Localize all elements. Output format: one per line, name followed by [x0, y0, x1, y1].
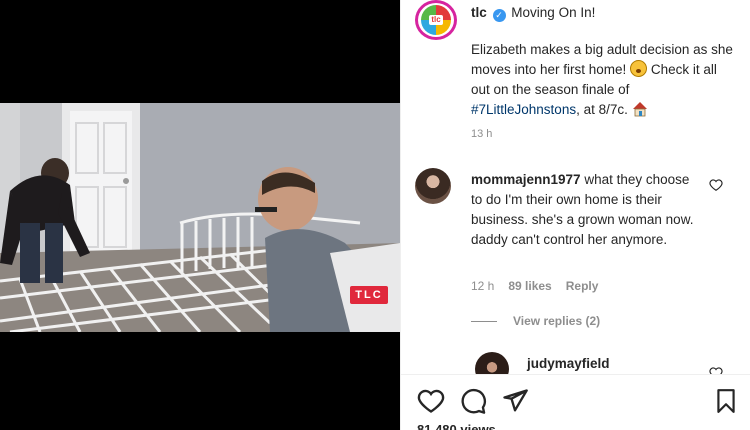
bookmark-icon[interactable] [713, 387, 739, 415]
comment-likes[interactable]: 89 likes [508, 279, 551, 293]
comment-username[interactable]: mommajenn1977 [471, 172, 581, 187]
commenter-avatar[interactable] [415, 168, 451, 204]
video-frame[interactable]: TLC [0, 103, 400, 332]
hashtag-link[interactable]: #7LittleJohnstons [471, 102, 576, 117]
post-username[interactable]: tlc [471, 5, 487, 20]
heart-icon[interactable] [417, 387, 445, 415]
tlc-watermark: TLC [350, 286, 388, 304]
verified-badge-icon: ✓ [492, 9, 506, 22]
view-replies-label: View replies (2) [513, 314, 601, 328]
reply-button[interactable]: Reply [566, 279, 599, 293]
view-replies-divider [471, 320, 497, 322]
post-header: tlc ✓ Moving On In! [471, 3, 739, 23]
post-media[interactable]: TLC [0, 0, 400, 430]
comment-body: mommajenn1977 what they choose to do I'm… [471, 170, 701, 250]
comment-username[interactable]: judymayfield [527, 356, 610, 371]
view-replies-button[interactable]: View replies (2) [471, 314, 600, 328]
post-caption: tlc ✓ Moving On In! Elizabeth makes a bi… [471, 3, 739, 120]
comment-heart-icon[interactable] [709, 178, 723, 192]
share-icon[interactable] [501, 387, 529, 415]
tlc-avatar[interactable]: tlc [415, 0, 457, 40]
caption-end: , at 8/7c. [576, 102, 632, 117]
post-location[interactable]: Moving On In! [511, 5, 595, 20]
views-count[interactable]: 81,480 views [417, 422, 496, 430]
caption-body: Elizabeth makes a big adult decision as … [471, 40, 739, 120]
comment-icon[interactable] [459, 387, 487, 415]
surprised-face-emoji-icon [630, 60, 648, 77]
comment-meta: 12 h 89 likes Reply [471, 279, 598, 293]
bed-assembly-scene [0, 103, 400, 332]
house-emoji-icon [632, 102, 647, 117]
post-panel: tlc tlc ✓ Moving On In! Elizabeth makes … [400, 0, 750, 430]
tlc-logo-icon: tlc [421, 5, 451, 35]
comment-time: 12 h [471, 279, 495, 293]
post-timestamp: 13 h [471, 128, 493, 140]
